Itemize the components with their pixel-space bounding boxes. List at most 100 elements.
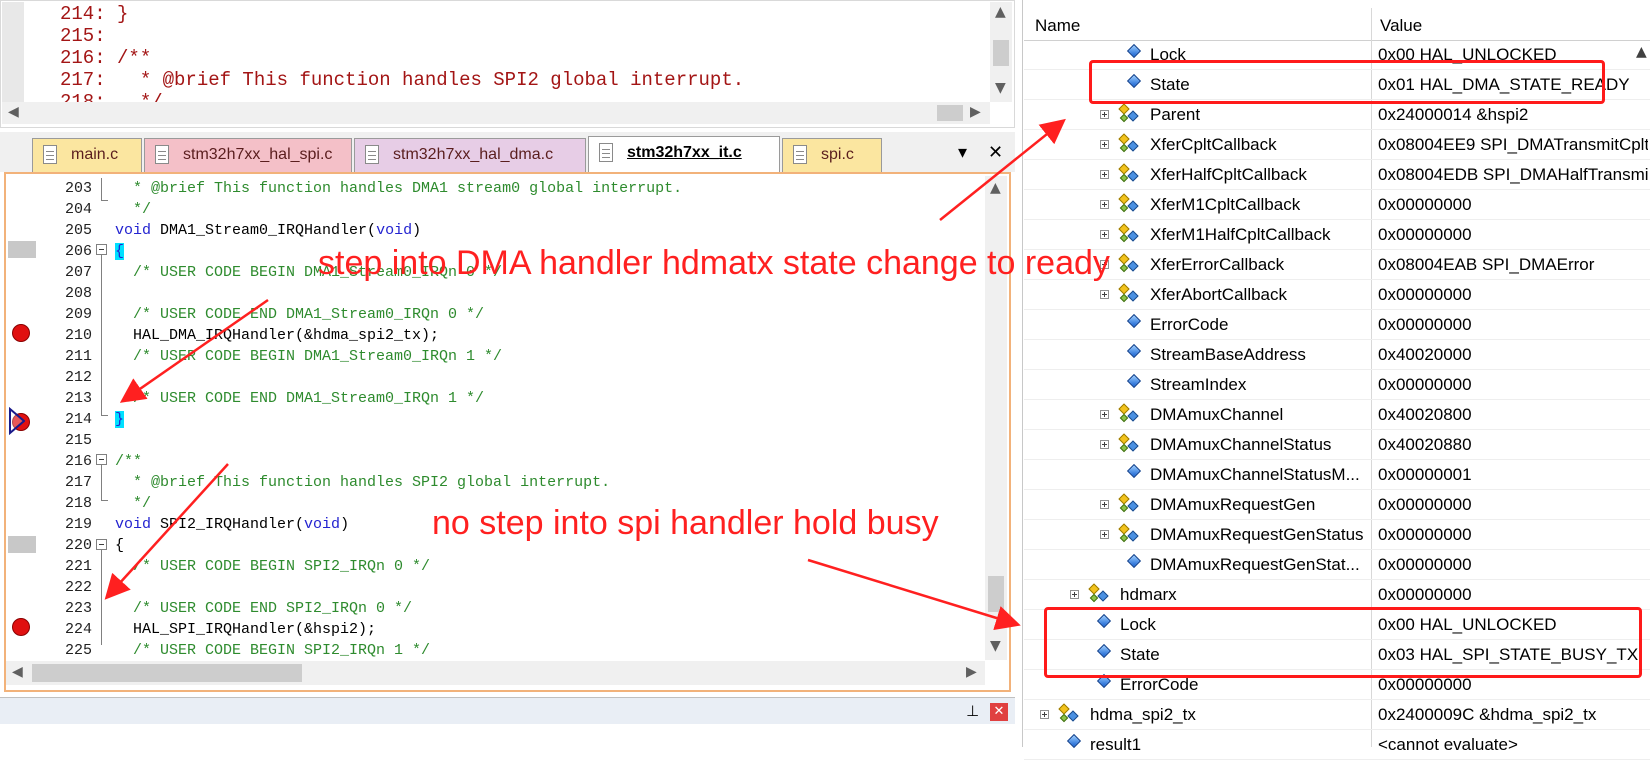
code-line: */: [115, 201, 152, 218]
watch-row[interactable]: XferErrorCallback 0x08004EAB SPI_DMAError: [1024, 250, 1650, 280]
scroll-up-icon[interactable]: ▲: [1636, 44, 1647, 60]
expand-icon[interactable]: [1100, 200, 1109, 209]
expand-icon[interactable]: [1100, 140, 1109, 149]
pin-icon[interactable]: ⊥: [966, 702, 979, 720]
watch-row[interactable]: StreamBaseAddress 0x40020000: [1024, 340, 1650, 370]
scroll-down-icon[interactable]: ▼: [990, 638, 1001, 654]
watch-variable-value[interactable]: 0x00000000: [1378, 585, 1648, 605]
watch-variable-value[interactable]: 0x24000014 &hspi2: [1378, 105, 1648, 125]
scrollbar-thumb[interactable]: [988, 576, 1004, 612]
watch-row[interactable]: DMAmuxRequestGen 0x00000000: [1024, 490, 1650, 520]
watch-variable-value[interactable]: 0x08004EAB SPI_DMAError: [1378, 255, 1648, 275]
expand-icon[interactable]: [1100, 500, 1109, 509]
scrollbar-thumb[interactable]: [32, 664, 302, 682]
code-line: void SPI2_IRQHandler(void): [115, 516, 350, 533]
fold-guide: [101, 550, 102, 645]
expand-icon[interactable]: [1100, 170, 1109, 179]
scrollbar-thumb[interactable]: [993, 40, 1009, 66]
watch-variable-name: DMAmuxChannel: [1150, 405, 1284, 424]
watch-variable-value[interactable]: 0x08004EE9 SPI_DMATransmitCplt: [1378, 135, 1648, 155]
breakpoint-icon[interactable]: [12, 324, 30, 342]
watch-variable-name: XferHalfCpltCallback: [1150, 165, 1307, 184]
fold-collapse-icon[interactable]: [96, 454, 107, 465]
scroll-down-icon[interactable]: ▼: [995, 80, 1006, 96]
annotation-dma-note: step into DMA handler hdmatx state chang…: [318, 244, 1110, 282]
fold-guide: [101, 415, 108, 416]
watch-variable-value[interactable]: 0x00000001: [1378, 465, 1648, 485]
watch-variable-value[interactable]: 0x00000000: [1378, 495, 1648, 515]
watch-variable-value[interactable]: 0x2400009C &hdma_spi2_tx: [1378, 705, 1648, 725]
watch-row[interactable]: XferCpltCallback 0x08004EE9 SPI_DMATransm…: [1024, 130, 1650, 160]
watch-variable-name: DMAmuxRequestGen: [1150, 495, 1316, 514]
close-tab-icon[interactable]: ✕: [988, 142, 1003, 163]
code-line: /* USER CODE BEGIN SPI2_IRQn 1 */: [115, 642, 431, 659]
watch-row[interactable]: result1 <cannot evaluate>: [1024, 730, 1650, 760]
struct-icon: [1118, 403, 1140, 423]
close-panel-icon[interactable]: ✕: [990, 703, 1008, 721]
line-number: 204: [64, 201, 92, 218]
struct-icon: [1118, 103, 1140, 123]
watch-variable-name: XferM1CpltCallback: [1150, 195, 1301, 214]
watch-variable-value[interactable]: 0x00000000: [1378, 285, 1648, 305]
watch-variable-value[interactable]: 0x00000000: [1378, 315, 1648, 335]
watch-variable-value[interactable]: 0x00000000: [1378, 525, 1648, 545]
scroll-left-icon[interactable]: ◀: [12, 664, 23, 680]
watch-variable-value[interactable]: 0x40020880: [1378, 435, 1648, 455]
breakpoint-icon[interactable]: [12, 618, 30, 636]
code-line: void DMA1_Stream0_IRQHandler(void): [115, 222, 422, 239]
watch-variable-value[interactable]: 0x40020000: [1378, 345, 1648, 365]
fold-guide: [101, 500, 108, 501]
watch-row[interactable]: DMAmuxChannel 0x40020800: [1024, 400, 1650, 430]
code-line: /* USER CODE END SPI2_IRQn 0 */: [115, 600, 413, 617]
watch-variable-value[interactable]: 0x00000000: [1378, 555, 1648, 575]
scroll-up-icon[interactable]: ▲: [990, 180, 1001, 196]
watch-variable-value[interactable]: 0x00000000: [1378, 225, 1648, 245]
struct-icon: [1118, 283, 1140, 303]
scroll-right-icon[interactable]: ▶: [966, 664, 977, 680]
fold-guide: [101, 200, 108, 201]
watch-row[interactable]: hdma_spi2_tx 0x2400009C &hdma_spi2_tx: [1024, 700, 1650, 730]
column-header-name[interactable]: Name: [1035, 16, 1080, 36]
watch-row[interactable]: Parent 0x24000014 &hspi2: [1024, 100, 1650, 130]
expand-icon[interactable]: [1100, 530, 1109, 539]
watch-variable-value[interactable]: <cannot evaluate>: [1378, 735, 1648, 755]
watch-row[interactable]: hdmarx 0x00000000: [1024, 580, 1650, 610]
watch-variable-name: StreamIndex: [1150, 375, 1247, 394]
column-header-value[interactable]: Value: [1380, 16, 1422, 36]
struct-icon: [1118, 253, 1140, 273]
expand-icon[interactable]: [1100, 440, 1109, 449]
fold-collapse-icon[interactable]: [96, 539, 107, 550]
expand-icon[interactable]: [1070, 590, 1079, 599]
watch-row[interactable]: XferHalfCpltCallback 0x08004EDB SPI_DMAHa…: [1024, 160, 1650, 190]
watch-row[interactable]: ErrorCode 0x00000000: [1024, 310, 1650, 340]
fold-collapse-icon[interactable]: [96, 244, 107, 255]
code-line: }: [115, 411, 125, 428]
expand-icon[interactable]: [1100, 110, 1109, 119]
watch-row[interactable]: DMAmuxChannelStatusM... 0x00000001: [1024, 460, 1650, 490]
expand-icon[interactable]: [1100, 230, 1109, 239]
line-number: 212: [64, 369, 92, 386]
watch-row[interactable]: DMAmuxChannelStatus 0x40020880: [1024, 430, 1650, 460]
watch-variable-value[interactable]: 0x40020800: [1378, 405, 1648, 425]
expand-icon[interactable]: [1040, 710, 1049, 719]
watch-row[interactable]: XferM1CpltCallback 0x00000000: [1024, 190, 1650, 220]
watch-variable-value[interactable]: 0x00000000: [1378, 375, 1648, 395]
watch-variable-name: result1: [1090, 735, 1142, 754]
watch-variable-value[interactable]: 0x00000000: [1378, 675, 1648, 695]
expand-icon[interactable]: [1100, 290, 1109, 299]
expand-icon[interactable]: [1100, 410, 1109, 419]
watch-row[interactable]: DMAmuxRequestGenStatus 0x00000000: [1024, 520, 1650, 550]
watch-variable-value[interactable]: 0x00000000: [1378, 195, 1648, 215]
watch-row[interactable]: XferAbortCallback 0x00000000: [1024, 280, 1650, 310]
watch-variable-name: XferCpltCallback: [1150, 135, 1277, 154]
watch-row[interactable]: StreamIndex 0x00000000: [1024, 370, 1650, 400]
watch-variable-value[interactable]: 0x08004EDB SPI_DMAHalfTransmi: [1378, 165, 1648, 185]
code-lines: 203 * @brief This function handles DMA1 …: [0, 0, 990, 660]
editor-horizontal-scrollbar[interactable]: ◀ ▶: [6, 661, 985, 685]
watch-variable-name: StreamBaseAddress: [1150, 345, 1306, 364]
line-number: 219: [64, 516, 92, 533]
watch-row[interactable]: XferM1HalfCpltCallback 0x00000000: [1024, 220, 1650, 250]
disassembly-vertical-scrollbar[interactable]: ▲ ▼: [990, 2, 1012, 102]
scroll-up-icon[interactable]: ▲: [995, 4, 1006, 20]
watch-row[interactable]: DMAmuxRequestGenStat... 0x00000000: [1024, 550, 1650, 580]
